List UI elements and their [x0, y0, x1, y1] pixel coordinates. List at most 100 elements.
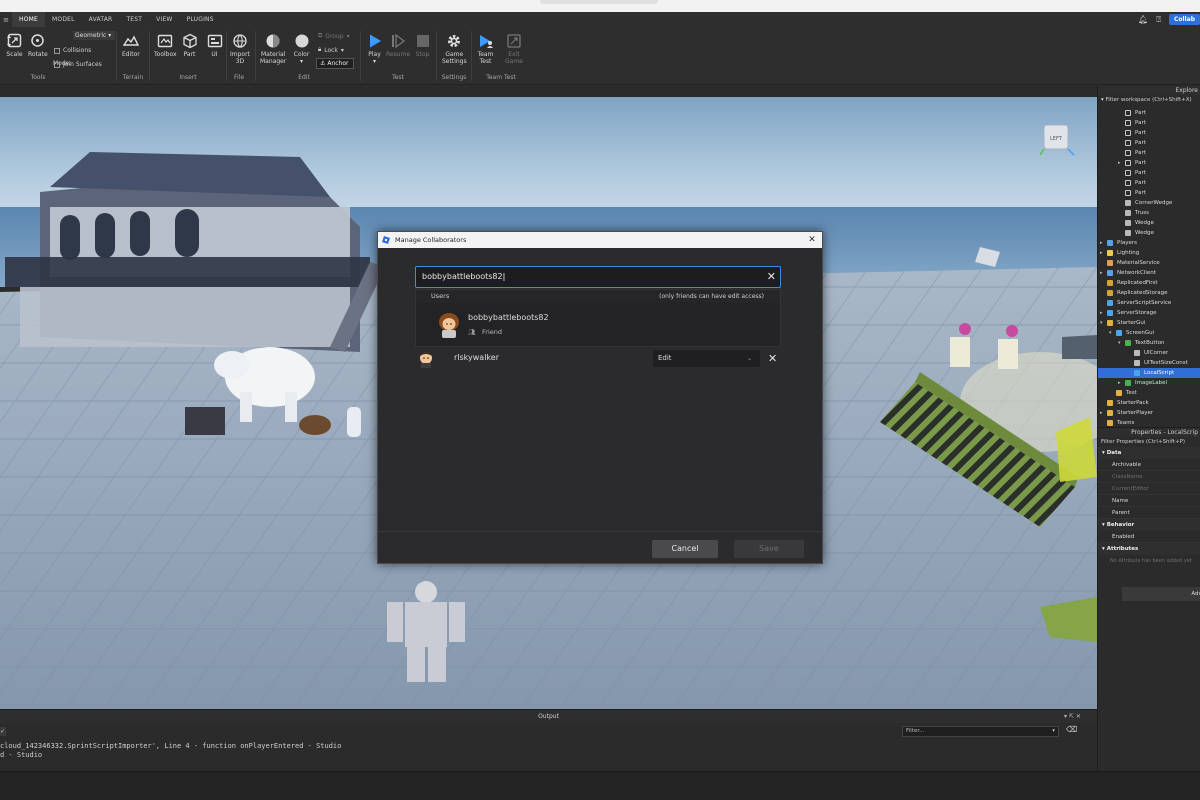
explorer-item[interactable]: Part [1098, 148, 1200, 158]
save-button[interactable]: Save [734, 540, 804, 558]
tab-plugins[interactable]: PLUGINS [180, 12, 221, 27]
explorer-item[interactable]: ▾ TextButton [1098, 338, 1200, 348]
clear-search-icon[interactable]: ✕ [767, 267, 776, 287]
tab-model[interactable]: MODEL [45, 12, 82, 27]
group-button[interactable]: ⧉ Group ▾ [318, 32, 350, 40]
properties-filter-input[interactable]: Filter Properties (Ctrl+Shift+P) [1098, 437, 1200, 447]
add-attribute-button[interactable]: Add [1122, 587, 1200, 601]
join-surfaces-checkbox[interactable] [54, 61, 60, 68]
explorer-item[interactable]: StarterPack [1098, 398, 1200, 408]
explorer-item[interactable]: ▸ Players [1098, 238, 1200, 248]
game-settings-button[interactable]: Game Settings [442, 32, 467, 65]
expand-arrow-icon[interactable]: ▸ [1100, 408, 1103, 418]
material-manager-button[interactable]: Material Manager [260, 32, 286, 65]
remove-collaborator-button[interactable]: ✕ [768, 348, 777, 370]
explorer-item[interactable]: LocalScript [1098, 368, 1200, 378]
explorer-item[interactable]: Wedge [1098, 228, 1200, 238]
prop-archivable[interactable]: Archivable [1098, 459, 1200, 471]
explorer-item-label: ServerStorage [1117, 310, 1157, 316]
toolbox-button[interactable]: Toolbox [154, 32, 177, 58]
section-data[interactable]: ▾ Data [1098, 447, 1200, 459]
explorer-item[interactable]: Part [1098, 188, 1200, 198]
output-filter-input[interactable]: Filter... ▾ [902, 726, 1059, 737]
expand-arrow-icon[interactable]: ▸ [1100, 268, 1103, 278]
explorer-item[interactable]: ▸ ServerStorage [1098, 308, 1200, 318]
tab-avatar[interactable]: AVATAR [82, 12, 120, 27]
explorer-item[interactable]: UICorner [1098, 348, 1200, 358]
collaborate-button[interactable]: Collab [1169, 14, 1200, 25]
explorer-item[interactable]: ▸ ImageLabel [1098, 378, 1200, 388]
search-result-user[interactable]: bobbybattleboots82 👥︎ Friend [416, 303, 780, 347]
anchor-button[interactable]: ⚓︎ Anchor [316, 58, 354, 69]
explorer-item[interactable]: Part [1098, 138, 1200, 148]
expand-arrow-icon[interactable]: ▸ [1100, 308, 1103, 318]
explorer-item[interactable]: ▾ ScreenGui [1098, 328, 1200, 338]
prop-name[interactable]: Name [1098, 495, 1200, 507]
rotate-tool[interactable]: Rotate [28, 32, 48, 58]
section-behavior[interactable]: ▾ Behavior [1098, 519, 1200, 531]
cancel-button[interactable]: Cancel [652, 540, 718, 558]
explorer-item[interactable]: Part [1098, 118, 1200, 128]
collisions-checkbox[interactable] [54, 47, 60, 54]
part-button[interactable]: Part [181, 32, 198, 58]
explorer-item[interactable]: ▸ NetworkClient [1098, 268, 1200, 278]
explorer-item[interactable]: Wedge [1098, 218, 1200, 228]
import-3d-button[interactable]: Import 3D [230, 32, 250, 65]
explorer-item[interactable]: ▾ StarterGui [1098, 318, 1200, 328]
explorer-item[interactable]: ▸ Lighting [1098, 248, 1200, 258]
explorer-item[interactable]: CornerWedge [1098, 198, 1200, 208]
stop-button[interactable]: Stop [414, 32, 431, 58]
clear-output-icon[interactable]: ⌫ [1066, 725, 1077, 734]
collisions-toggle[interactable]: Collisions [54, 47, 91, 54]
team-test-button[interactable]: Team Test [477, 32, 494, 65]
mode-select[interactable]: Geometric ▾ [73, 31, 115, 40]
output-expand-icon[interactable]: ✓ [0, 727, 6, 736]
expand-arrow-icon[interactable]: ▸ [1100, 238, 1103, 248]
collaborator-search-input[interactable]: bobbybattleboots82| ✕ [415, 266, 781, 288]
output-window-controls[interactable]: ▾ ⇱ ✕ [1064, 713, 1081, 720]
menu-icon[interactable]: ≡ [0, 16, 12, 24]
resume-button[interactable]: Resume [386, 32, 410, 58]
tab-home[interactable]: HOME [12, 12, 46, 27]
expand-arrow-icon[interactable]: ▸ [1118, 158, 1121, 168]
explorer-item[interactable]: ▸ StarterPlayer [1098, 408, 1200, 418]
ui-button[interactable]: UI [206, 32, 223, 58]
color-button[interactable]: Color ▾ [293, 32, 310, 65]
dialog-close-button[interactable]: ✕ [806, 232, 818, 248]
explorer-item[interactable]: Truss [1098, 208, 1200, 218]
player-icon [1107, 410, 1113, 416]
join-surfaces-toggle[interactable]: Join Surfaces [54, 61, 102, 68]
prop-enabled[interactable]: Enabled [1098, 531, 1200, 543]
collapse-arrow-icon[interactable]: ▾ [1109, 328, 1112, 338]
collapse-arrow-icon[interactable]: ▾ [1100, 318, 1103, 328]
terrain-editor-button[interactable]: Editor [122, 32, 140, 58]
tab-test[interactable]: TEST [119, 12, 149, 27]
explorer-item[interactable]: Test [1098, 388, 1200, 398]
tab-view[interactable]: VIEW [149, 12, 179, 27]
explorer-item[interactable]: ServerScriptService [1098, 298, 1200, 308]
expand-arrow-icon[interactable]: ▸ [1100, 248, 1103, 258]
prop-parent[interactable]: Parent [1098, 507, 1200, 519]
play-button[interactable]: Play ▾ [366, 32, 383, 65]
explorer-item[interactable]: ReplicatedFirst [1098, 278, 1200, 288]
help-icon[interactable]: ⍰ [1156, 15, 1161, 25]
notifications-icon[interactable]: 🔔︎ [1138, 15, 1148, 24]
collapse-arrow-icon[interactable]: ▾ [1118, 338, 1121, 348]
explorer-item[interactable]: MaterialService [1098, 258, 1200, 268]
explorer-item[interactable]: Part [1098, 168, 1200, 178]
permission-select[interactable]: Edit ⌄ [653, 350, 760, 367]
no-attributes-note: No Attribute has been added yet [1110, 558, 1192, 564]
explorer-filter-input[interactable]: ▾ Filter workspace (Ctrl+Shift+X) [1098, 95, 1200, 105]
group-icon: ⧉ [318, 32, 323, 39]
lock-button[interactable]: 🔒︎ Lock ▾ [318, 46, 344, 54]
explorer-item[interactable]: Part [1098, 128, 1200, 138]
explorer-item[interactable]: UITextSizeConst [1098, 358, 1200, 368]
explorer-item[interactable]: ▸ Part [1098, 158, 1200, 168]
explorer-item[interactable]: Part [1098, 178, 1200, 188]
explorer-item[interactable]: Part [1098, 108, 1200, 118]
explorer-item[interactable]: ReplicatedStorage [1098, 288, 1200, 298]
expand-arrow-icon[interactable]: ▸ [1118, 378, 1121, 388]
section-attributes[interactable]: ▾ Attributes [1098, 543, 1200, 555]
exit-game-button[interactable]: Exit Game [505, 32, 523, 65]
scale-tool[interactable]: Scale [6, 32, 23, 58]
